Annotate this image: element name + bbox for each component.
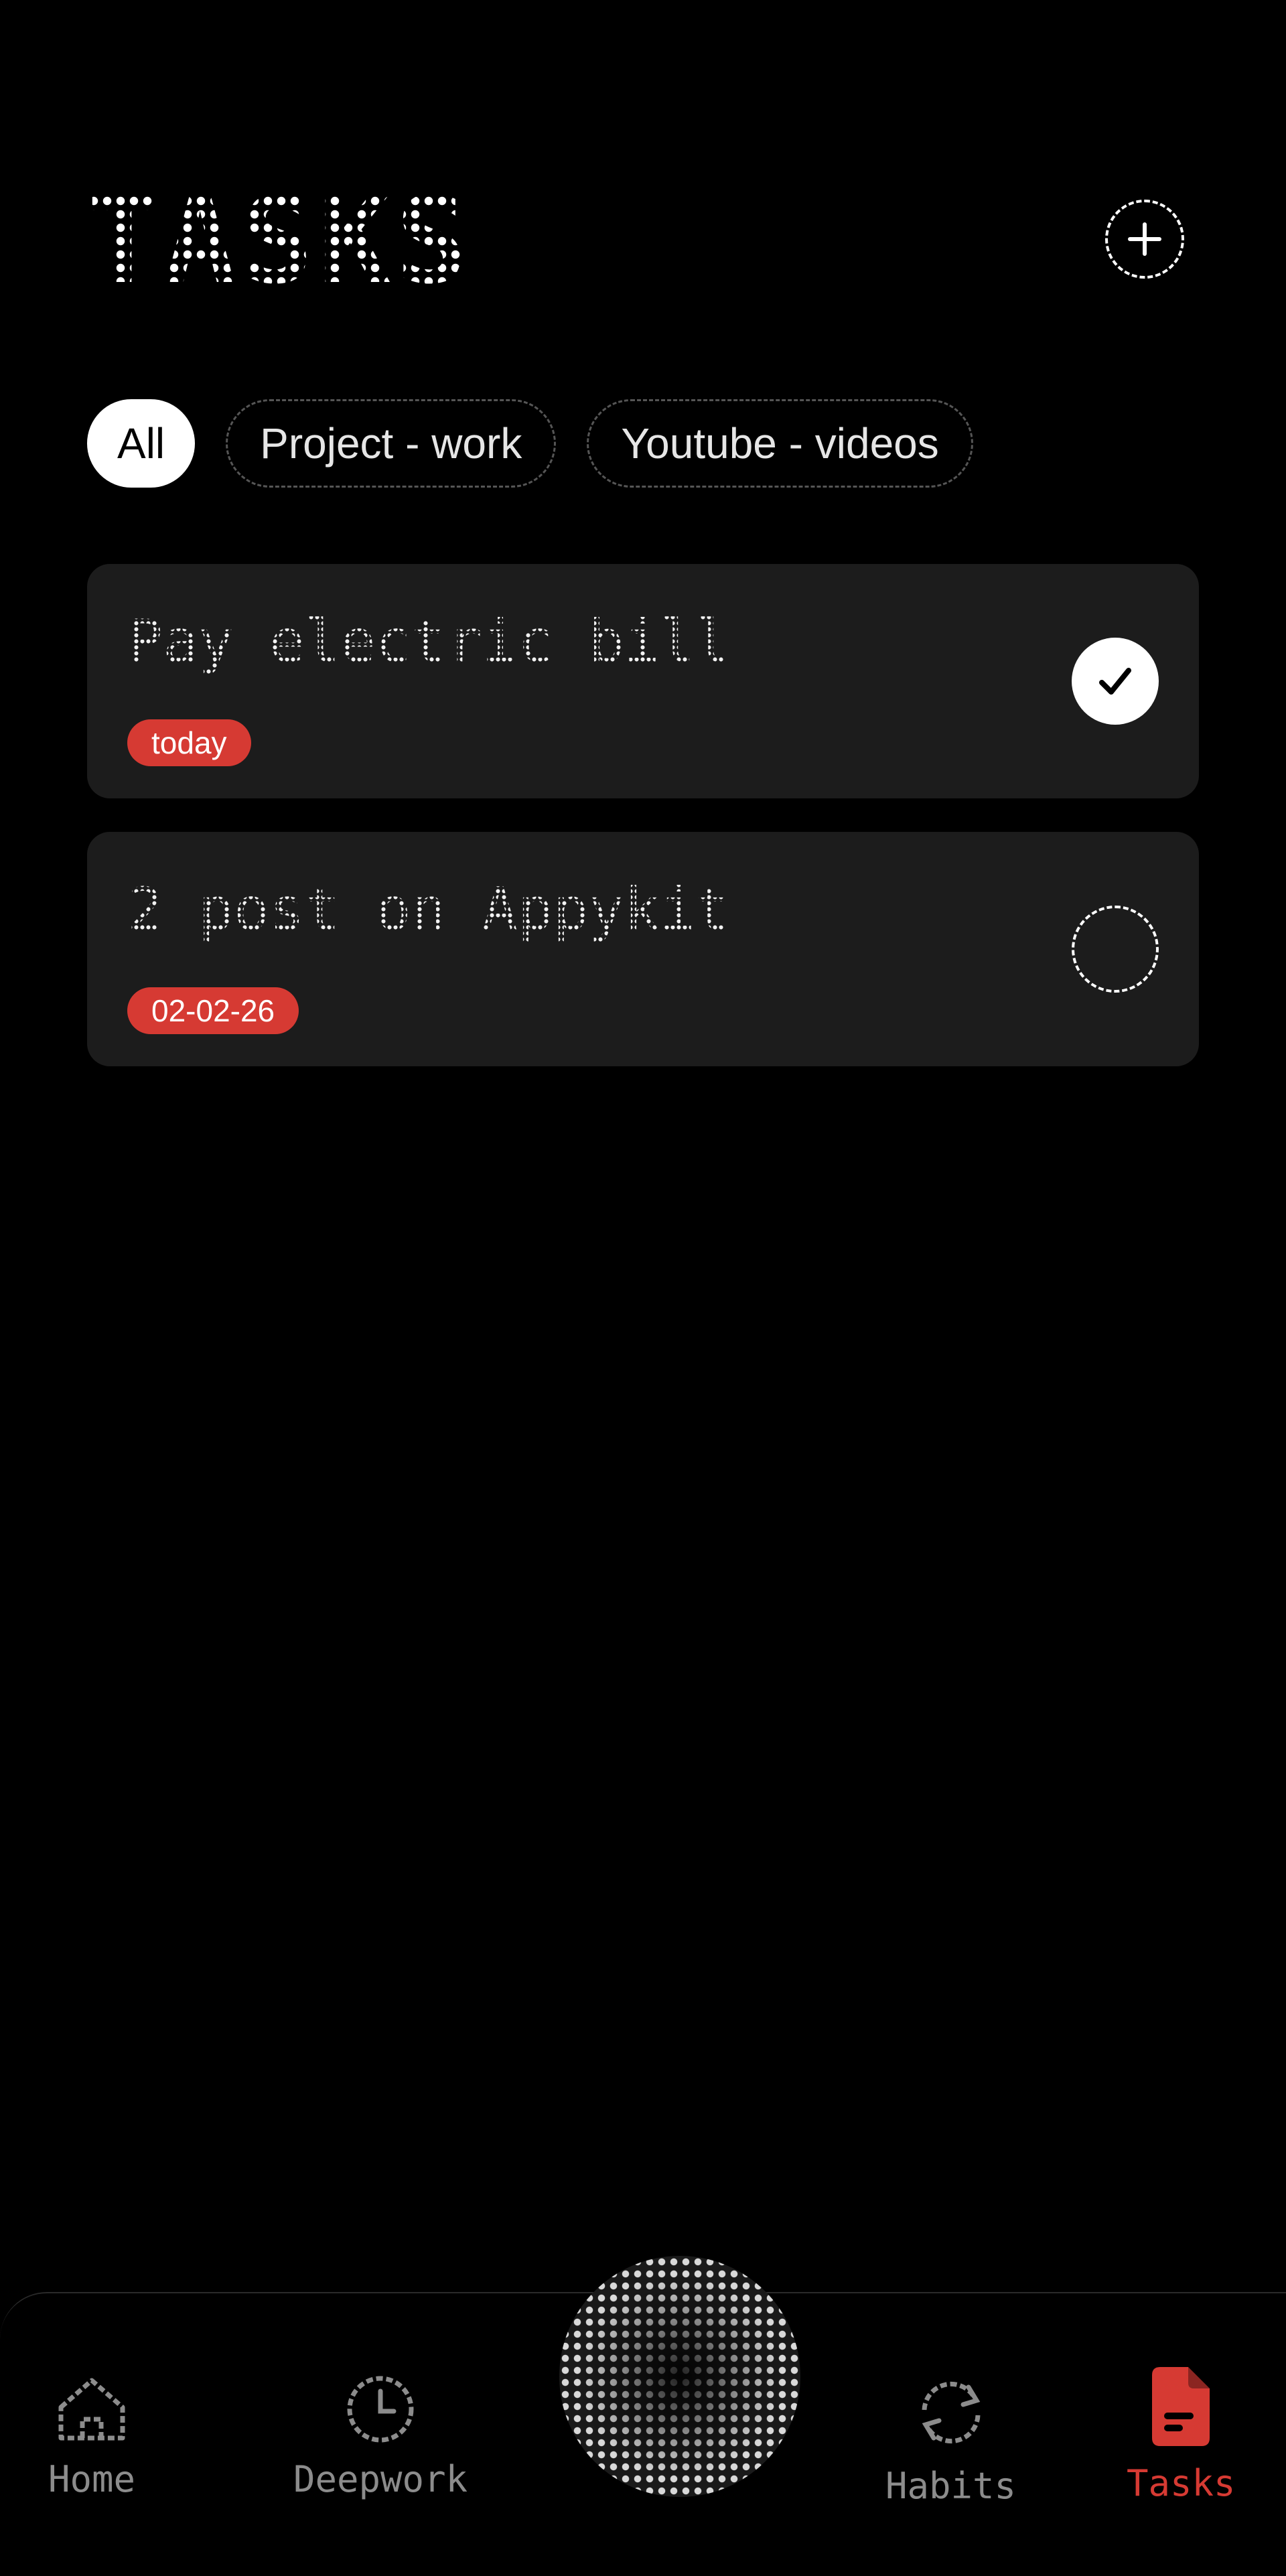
- filter-chip-project-work[interactable]: Project - work: [226, 399, 557, 488]
- nav-item-tasks[interactable]: Tasks: [1127, 2363, 1236, 2504]
- nav-item-deepwork[interactable]: Deepwork: [293, 2372, 468, 2500]
- document-icon: [1152, 2367, 1210, 2446]
- nav-label-habits: Habits: [885, 2465, 1017, 2507]
- nav-item-habits[interactable]: Habits: [885, 2372, 1016, 2507]
- assistant-orb-button[interactable]: [559, 2256, 800, 2497]
- filter-chip-youtube-videos[interactable]: Youtube - videos: [587, 399, 973, 488]
- nav-label-tasks: Tasks: [1127, 2462, 1236, 2504]
- filter-chips: All Project - work Youtube - videos: [87, 399, 973, 488]
- due-badge: today: [127, 719, 251, 766]
- nav-item-home[interactable]: Home: [48, 2372, 135, 2500]
- nav-label-home: Home: [48, 2458, 136, 2500]
- task-title: Pay electric bill: [127, 607, 731, 676]
- plus-icon: [1128, 222, 1161, 256]
- filter-chip-all[interactable]: All: [87, 399, 196, 488]
- home-icon: [58, 2378, 125, 2441]
- task-list: Pay electric bill today 2 post on Appyki…: [87, 564, 1199, 1100]
- nav-label-deepwork: Deepwork: [293, 2458, 468, 2500]
- add-task-button[interactable]: [1105, 200, 1184, 279]
- clock-icon: [347, 2376, 414, 2443]
- task-incomplete-checkbox[interactable]: [1072, 906, 1159, 993]
- tasks-screen: TASKS All Project - work Youtube - video…: [0, 0, 1286, 2576]
- task-card[interactable]: Pay electric bill today: [87, 564, 1199, 798]
- checkmark-icon: [1099, 668, 1131, 695]
- header: TASKS: [87, 181, 1199, 301]
- page-title: TASKS: [87, 171, 473, 310]
- task-title: 2 post on Appykit: [127, 875, 731, 944]
- task-card[interactable]: 2 post on Appykit 02-02-26: [87, 832, 1199, 1066]
- due-badge: 02-02-26: [127, 987, 299, 1034]
- refresh-icon: [922, 2381, 981, 2444]
- task-complete-checkbox[interactable]: [1072, 638, 1159, 725]
